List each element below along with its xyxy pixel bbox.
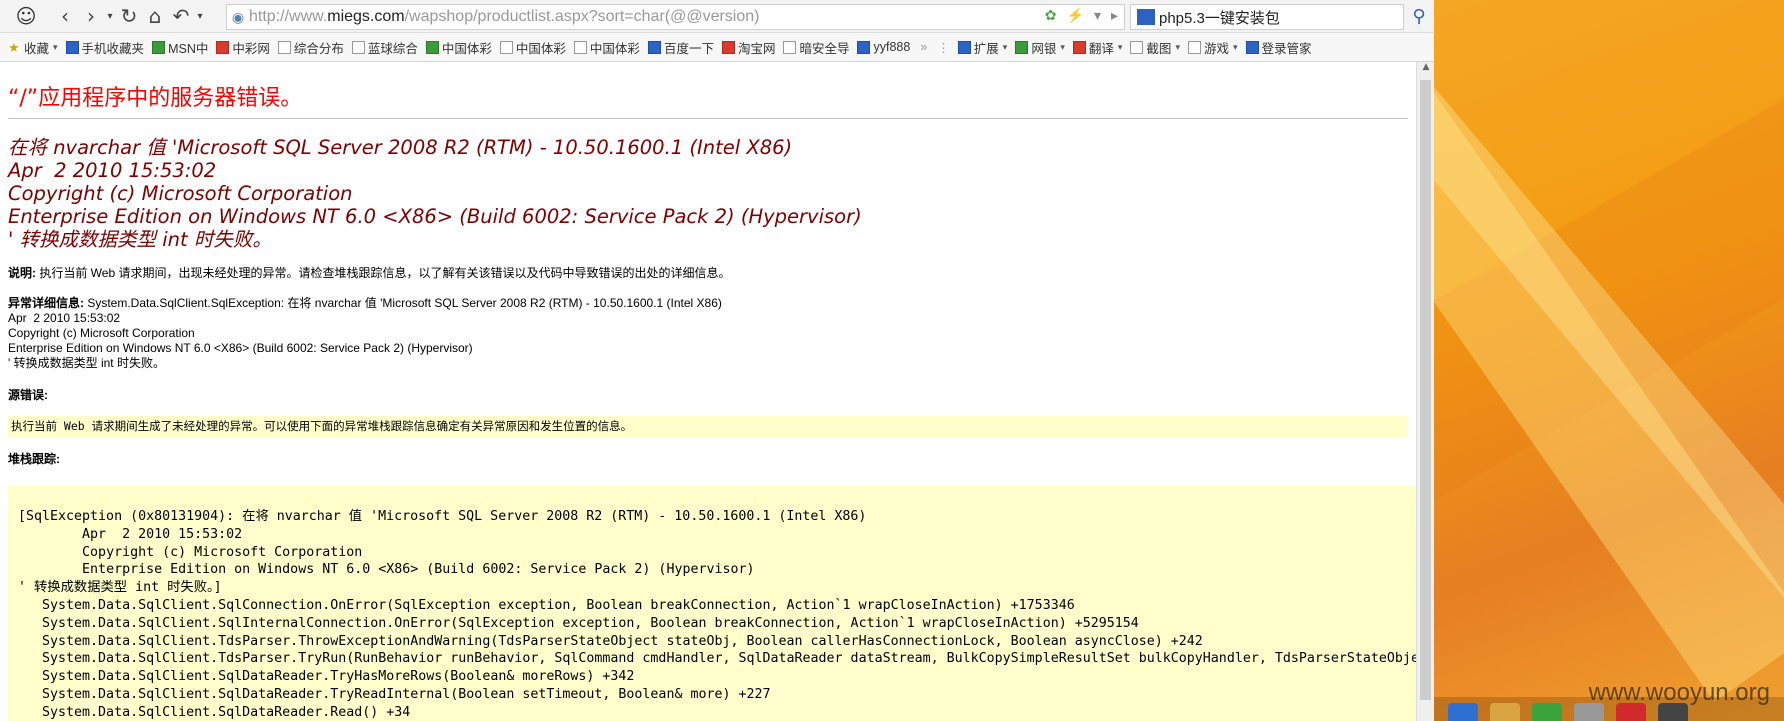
url-suffix: /wapshop/productlist.aspx?sort=char(@@ve… [404,8,760,25]
screenshot-icon [1130,40,1144,54]
search-input[interactable]: php5.3一键安装包 [1130,4,1404,30]
bookmark-item[interactable]: 暗安全导 [783,38,849,57]
login-icon [1245,40,1259,54]
page-content: “/”应用程序中的服务器错误。 在将 nvarchar 值 'Microsoft… [0,62,1416,721]
desktop-background: www.wooyun.org [1434,0,1784,721]
tool-item[interactable]: 游戏 ▾ [1187,38,1238,57]
exception-label: 异常详细信息: [8,296,88,310]
browser-taskbar-icon[interactable] [1532,703,1562,721]
bookmark-item[interactable]: 中彩网 [216,38,270,57]
description-text: 执行当前 Web 请求期间，出现未经处理的异常。请检查堆栈跟踪信息，以了解有关该… [39,266,731,280]
security-icon[interactable]: ✿ [1045,7,1057,24]
scroll-up-icon[interactable]: ▲ [1417,62,1434,78]
address-bar[interactable]: ◉ http://www. miegs.com/wapshop/productli… [226,4,1125,30]
tool-item[interactable]: 登录管家 [1245,38,1312,57]
url-domain: miegs.com [327,8,405,25]
forward-icon[interactable]: › [78,3,104,29]
game-icon [1187,40,1201,54]
browser-logo-icon[interactable]: ☺ [0,2,52,30]
url-prefix: http://www. [249,8,328,25]
chevron-down-icon: ▾ [1175,41,1180,52]
dropdown-icon[interactable]: ▾ [104,3,116,29]
home-icon[interactable]: ⌂ [142,3,168,29]
chevron-down-icon: ▾ [1002,41,1008,52]
chevron-down-icon: ▾ [1060,41,1065,52]
source-error-text: 执行当前 Web 请求期间生成了未经处理的异常。可以使用下面的异常堆栈跟踪信息确… [11,419,633,433]
bookmark-item[interactable]: 淘宝网 [721,38,775,57]
bank-icon [1015,40,1029,54]
chevron-down-icon: ▾ [53,41,58,52]
windows-start-icon[interactable] [1448,703,1478,721]
exception-section: 异常详细信息: System.Data.SqlClient.SqlExcepti… [8,296,722,371]
divider [8,118,1408,119]
bookmark-item[interactable]: 中国体彩 [499,38,566,57]
sports-icon [425,40,439,54]
search-text: php5.3一键安装包 [1159,9,1280,27]
description-label: 说明: [8,266,40,280]
star-icon: ★ [8,39,21,55]
extension-icon [957,40,971,54]
ct-icon [857,40,871,54]
stack-trace-label: 堆栈跟踪: [8,452,60,466]
undo-icon[interactable]: ↶ [168,3,194,29]
vertical-scrollbar[interactable]: ▲ [1416,62,1434,721]
tool-item[interactable]: 扩展 ▾ [957,38,1008,57]
navigation-toolbar: ☺ ‹ › ▾ ↻ ⌂ ↶ ▾ ◉ http://www. miegs.com/w… [0,0,1434,33]
translate-icon [1072,40,1086,54]
taobao-icon [721,40,735,54]
globe-icon: ◉ [231,8,245,25]
bookmark-item[interactable]: 蓝球综合 [351,38,418,57]
page-icon [351,40,365,54]
tool-item[interactable]: 翻译 ▾ [1072,38,1123,57]
bookmark-item[interactable]: 百度一下 [647,38,714,57]
toolbar-divider: ⋮ [937,40,950,55]
chevron-down-icon: ▾ [1117,41,1123,52]
more-bookmarks-icon[interactable]: » [920,40,927,54]
lottery-icon [216,40,230,54]
bookmark-item[interactable]: 中国体彩 [573,38,640,57]
bookmark-item[interactable]: 综合分布 [277,38,344,57]
msn-icon [152,40,166,54]
page-icon [277,40,291,54]
page-icon [573,40,587,54]
bookmark-item[interactable]: 中国体彩 [425,38,492,57]
page-icon [783,40,797,54]
dropdown-icon[interactable]: ▾ [194,3,206,29]
description-section: 说明: 执行当前 Web 请求期间，出现未经处理的异常。请检查堆栈跟踪信息，以了… [8,266,730,281]
refresh-icon[interactable]: ↻ [116,3,142,29]
chevron-down-icon: ▾ [1232,41,1238,52]
bookmark-item[interactable]: MSN中 [152,38,208,57]
source-error-label: 源错误: [8,388,48,402]
baidu-icon [647,40,661,54]
page-title: “/”应用程序中的服务器错误。 [8,86,303,111]
bookmark-item[interactable]: yyf888 [857,40,910,54]
bookmark-item[interactable]: ★ 收藏 ▾ [8,38,58,57]
phone-icon [65,40,79,54]
dropdown-icon[interactable]: ▾ [1094,7,1101,24]
bookmarks-bar: ★ 收藏 ▾ 手机收藏夹 MSN中 中彩网 综合分布 蓝球综合 中国体彩 中国体彩 … [0,33,1434,62]
lightning-icon[interactable]: ⚡ [1067,7,1084,24]
source-error-box: 执行当前 Web 请求期间生成了未经处理的异常。可以使用下面的异常堆栈跟踪信息确… [8,416,1408,438]
browser-window: ☺ ‹ › ▾ ↻ ⌂ ↶ ▾ ◉ http://www. miegs.com/w… [0,0,1434,721]
exception-text: System.Data.SqlClient.SqlException: 在将 n… [8,296,722,370]
tool-item[interactable]: 网银 ▾ [1015,38,1065,57]
bookmark-item[interactable]: 手机收藏夹 [65,38,144,57]
scrollbar-thumb[interactable] [1420,80,1431,700]
watermark: www.wooyun.org [1588,679,1770,706]
search-icon[interactable]: ⚲ [1406,4,1432,28]
page-icon [499,40,513,54]
stack-trace-text: [SqlException (0x80131904): 在将 nvarchar … [18,509,1416,720]
search-engine-icon[interactable] [1137,9,1155,25]
back-icon[interactable]: ‹ [52,3,78,29]
folder-icon[interactable] [1490,703,1520,721]
tool-item[interactable]: 截图 ▾ [1130,38,1180,57]
error-message: 在将 nvarchar 值 'Microsoft SQL Server 2008… [8,136,862,251]
go-icon[interactable]: ▸ [1111,7,1118,24]
